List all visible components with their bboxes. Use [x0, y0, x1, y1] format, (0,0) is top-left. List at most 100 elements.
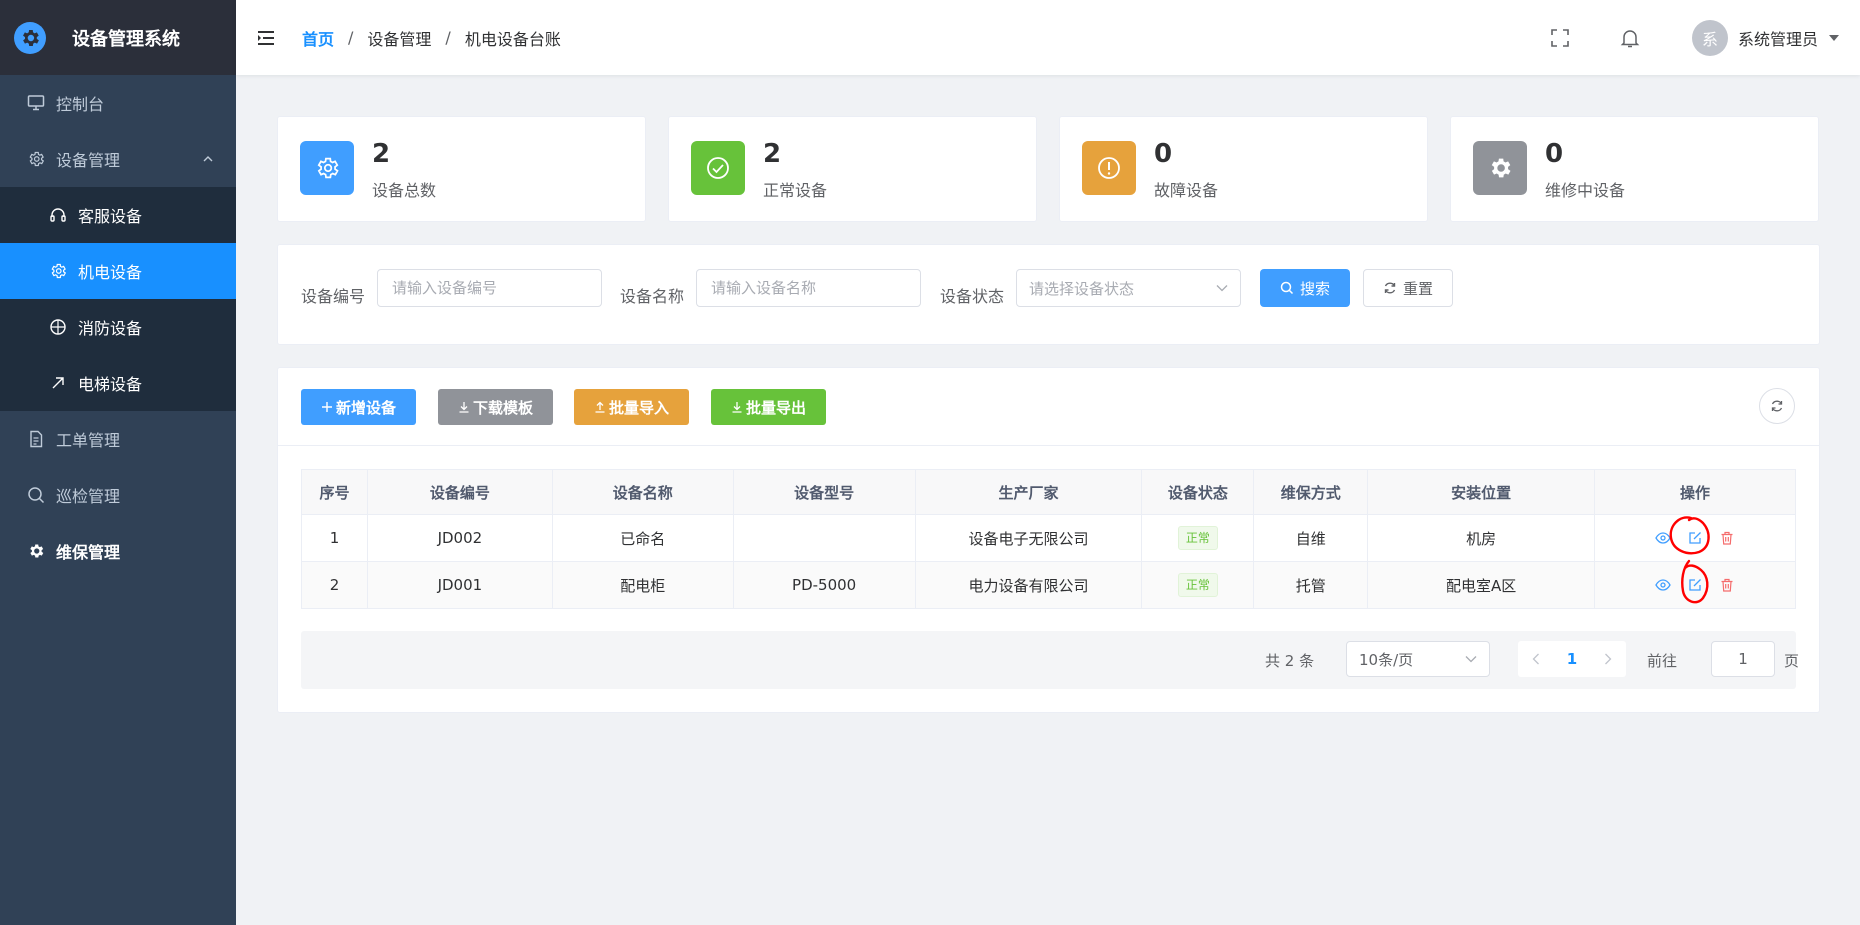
- sidebar-item-label: 消防设备: [78, 319, 143, 338]
- device-name-field[interactable]: [696, 269, 921, 307]
- menu-toggle-icon[interactable]: [256, 28, 276, 48]
- stat-label: 维修中设备: [1545, 181, 1626, 200]
- edit-icon[interactable]: [1686, 576, 1704, 594]
- gear-icon: [300, 141, 354, 195]
- device-table: 序号 设备编号 设备名称 设备型号 生产厂家 设备状态 维保方式 安装位置 操作…: [301, 469, 1796, 609]
- page-number-current[interactable]: 1: [1567, 650, 1577, 668]
- pagination: 共 2 条 10条/页 1 前往 1 页: [301, 631, 1800, 689]
- column-header: 设备名称: [551, 469, 734, 515]
- stat-label: 故障设备: [1154, 181, 1219, 200]
- sidebar-item-maintenance[interactable]: 维保管理: [0, 523, 236, 579]
- device-code-input[interactable]: [390, 278, 589, 298]
- sidebar-item-customer-service-devices[interactable]: 客服设备: [0, 187, 236, 243]
- cell-name: 已命名: [551, 514, 734, 562]
- chevron-up-icon[interactable]: [202, 153, 214, 165]
- prev-page-button[interactable]: [1532, 653, 1540, 665]
- header-actions: 系 系统管理员: [1548, 0, 1840, 75]
- device-code-label: 设备编号: [301, 287, 366, 306]
- gear-icon: [26, 149, 46, 169]
- column-header: 生产厂家: [914, 469, 1143, 515]
- page-size-value: 10条/页: [1359, 650, 1414, 669]
- cell-maker: 电力设备有限公司: [914, 561, 1143, 609]
- search-icon: [1280, 281, 1294, 295]
- breadcrumb-home[interactable]: 首页: [302, 26, 334, 50]
- sidebar-item-elevator-devices[interactable]: 电梯设备: [0, 355, 236, 411]
- plus-icon: [321, 401, 333, 413]
- document-icon: [26, 429, 46, 449]
- cell-no: 1: [301, 514, 368, 562]
- reset-button[interactable]: 重置: [1363, 269, 1453, 307]
- cell-maker: 设备电子无限公司: [914, 514, 1143, 562]
- sidebar-item-fire-devices[interactable]: 消防设备: [0, 299, 236, 355]
- caret-down-icon[interactable]: [1828, 34, 1840, 42]
- cell-actions: [1594, 514, 1796, 562]
- sidebar-item-inspection[interactable]: 巡检管理: [0, 467, 236, 523]
- page-unit-label: 页: [1784, 652, 1800, 670]
- sidebar-item-mechanical-devices[interactable]: 机电设备: [0, 243, 236, 299]
- username[interactable]: 系统管理员: [1738, 26, 1818, 50]
- search-button[interactable]: 搜索: [1260, 269, 1350, 307]
- breadcrumb-current: 机电设备台账: [464, 29, 561, 49]
- batch-export-button[interactable]: 批量导出: [711, 389, 826, 425]
- batch-import-label: 批量导入: [608, 398, 669, 417]
- cell-name: 配电柜: [551, 561, 734, 609]
- download-icon: [458, 401, 470, 413]
- device-code-field[interactable]: [377, 269, 602, 307]
- sidebar-item-label: 电梯设备: [78, 375, 143, 394]
- page-size-select[interactable]: 10条/页: [1346, 641, 1490, 677]
- sidebar-item-dashboard[interactable]: 控制台: [0, 75, 236, 131]
- warning-circle-icon: [1082, 141, 1136, 195]
- sidebar-item-label: 客服设备: [78, 207, 143, 226]
- delete-icon[interactable]: [1718, 576, 1736, 594]
- add-device-label: 新增设备: [335, 398, 396, 417]
- stat-card-fault: 0 故障设备: [1059, 116, 1428, 222]
- cell-location: 机房: [1367, 514, 1596, 562]
- table-row: 2 JD001 配电柜 PD-5000 电力设备有限公司 正常 托管 配电室A区: [301, 561, 1796, 609]
- cell-location: 配电室A区: [1367, 561, 1596, 609]
- column-header: 安装位置: [1367, 469, 1596, 515]
- bell-icon[interactable]: [1618, 26, 1642, 50]
- sidebar-item-label: 控制台: [56, 95, 105, 114]
- gear-solid-icon: [1473, 141, 1527, 195]
- reset-button-label: 重置: [1402, 279, 1433, 298]
- gear-icon: [48, 261, 68, 281]
- sidebar-item-device-management[interactable]: 设备管理: [0, 131, 236, 187]
- device-name-input[interactable]: [709, 278, 908, 298]
- sidebar-item-label: 设备管理: [56, 151, 121, 170]
- breadcrumb-separator: /: [348, 28, 354, 47]
- sidebar-item-label: 工单管理: [56, 431, 121, 450]
- sidebar-item-label: 机电设备: [78, 263, 143, 282]
- table-row: 1 JD002 已命名 设备电子无限公司 正常 自维 机房: [301, 514, 1796, 562]
- cell-no: 2: [301, 561, 368, 609]
- device-table-panel: 新增设备 下载模板 批量导入 批量导出 序号 设备编号 设备名称 设备型号 生产…: [277, 367, 1820, 713]
- avatar[interactable]: 系: [1691, 19, 1728, 56]
- goto-page-input[interactable]: 1: [1711, 641, 1775, 677]
- add-device-button[interactable]: 新增设备: [301, 389, 416, 425]
- refresh-button[interactable]: [1759, 388, 1795, 424]
- download-template-button[interactable]: 下载模板: [438, 389, 553, 425]
- device-name-label: 设备名称: [620, 287, 685, 306]
- pagination-total: 共 2 条: [1265, 652, 1315, 670]
- fullscreen-icon[interactable]: [1548, 26, 1572, 50]
- batch-import-button[interactable]: 批量导入: [574, 389, 689, 425]
- view-icon[interactable]: [1654, 576, 1672, 594]
- column-header: 维保方式: [1253, 469, 1369, 515]
- edit-icon[interactable]: [1686, 529, 1704, 547]
- delete-icon[interactable]: [1718, 529, 1736, 547]
- sidebar-item-work-orders[interactable]: 工单管理: [0, 411, 236, 467]
- breadcrumb-device-management: 设备管理: [367, 29, 432, 49]
- next-page-button[interactable]: [1604, 653, 1612, 665]
- stat-value: 0: [1545, 139, 1564, 169]
- sidebar-item-label: 巡检管理: [56, 487, 121, 506]
- search-icon: [26, 485, 46, 505]
- arrow-up-right-icon: [48, 373, 68, 393]
- upload-icon: [594, 401, 606, 413]
- device-status-select[interactable]: 请选择设备状态: [1016, 269, 1241, 307]
- column-header: 设备状态: [1141, 469, 1255, 515]
- view-icon[interactable]: [1654, 529, 1672, 547]
- goto-label: 前往: [1647, 652, 1678, 670]
- column-header: 序号: [301, 469, 368, 515]
- download-icon: [731, 401, 743, 413]
- breadcrumb-separator: /: [445, 28, 451, 47]
- stat-card-repair: 0 维修中设备: [1450, 116, 1819, 222]
